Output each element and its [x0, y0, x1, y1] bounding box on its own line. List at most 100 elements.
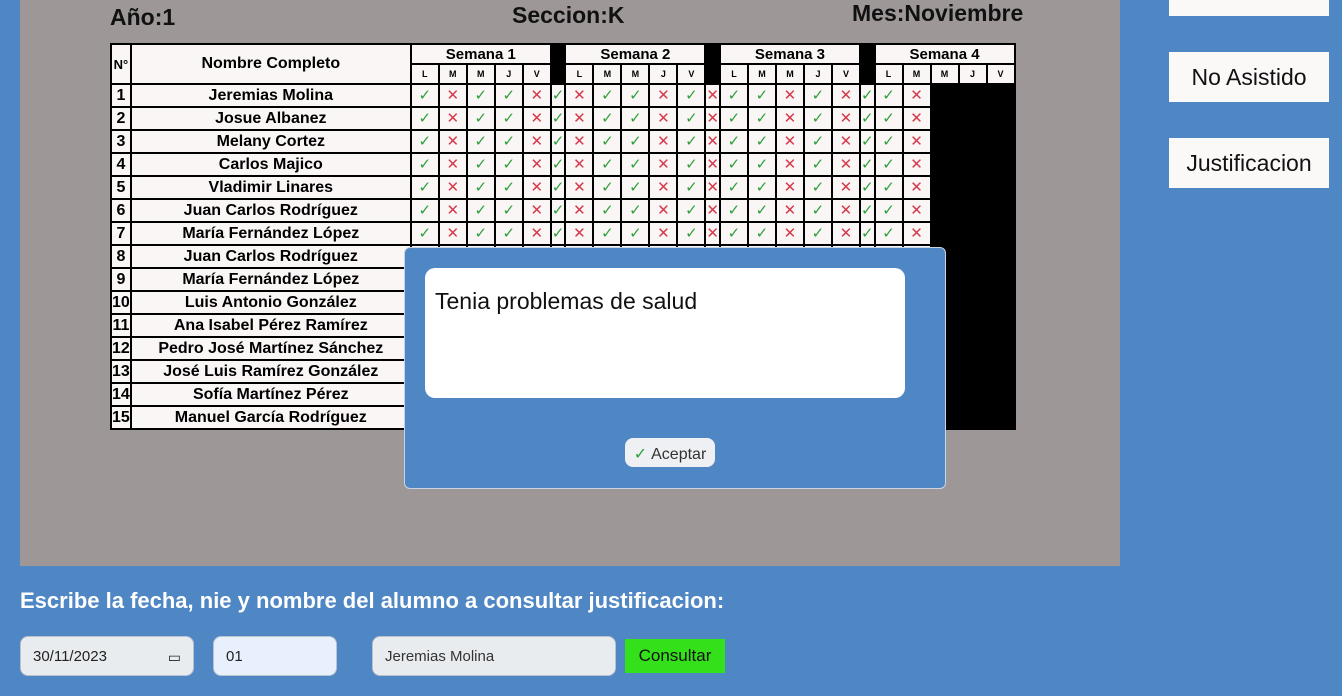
cross-icon[interactable]: ✕ — [437, 83, 468, 108]
check-icon[interactable]: ✓ — [549, 152, 567, 177]
cross-icon[interactable]: ✕ — [521, 221, 552, 246]
check-icon[interactable]: ✓ — [718, 106, 749, 131]
check-icon[interactable]: ✓ — [549, 83, 567, 108]
cross-icon[interactable]: ✕ — [830, 106, 861, 131]
cross-icon[interactable]: ✕ — [830, 152, 861, 177]
check-icon[interactable]: ✓ — [409, 106, 440, 131]
consult-button[interactable]: Consultar — [625, 639, 725, 673]
check-icon[interactable]: ✓ — [549, 221, 567, 246]
cross-icon[interactable]: ✕ — [648, 198, 679, 223]
cross-icon[interactable]: ✕ — [704, 221, 721, 246]
check-icon[interactable]: ✓ — [465, 152, 496, 177]
check-icon[interactable]: ✓ — [465, 175, 496, 200]
cross-icon[interactable]: ✕ — [521, 129, 552, 154]
check-icon[interactable]: ✓ — [718, 83, 749, 108]
cross-icon[interactable]: ✕ — [648, 83, 679, 108]
check-icon[interactable]: ✓ — [858, 175, 876, 200]
student-name-input[interactable]: Jeremias Molina — [372, 636, 616, 676]
cross-icon[interactable]: ✕ — [521, 152, 552, 177]
cross-icon[interactable]: ✕ — [901, 175, 932, 200]
check-icon[interactable]: ✓ — [592, 175, 623, 200]
cross-icon[interactable]: ✕ — [437, 175, 468, 200]
check-icon[interactable]: ✓ — [620, 175, 651, 200]
check-icon[interactable]: ✓ — [718, 129, 749, 154]
cross-icon[interactable]: ✕ — [648, 221, 679, 246]
check-icon[interactable]: ✓ — [718, 198, 749, 223]
cross-icon[interactable]: ✕ — [521, 198, 552, 223]
cross-icon[interactable]: ✕ — [901, 106, 932, 131]
check-icon[interactable]: ✓ — [493, 198, 524, 223]
check-icon[interactable]: ✓ — [620, 83, 651, 108]
check-icon[interactable]: ✓ — [718, 221, 749, 246]
check-icon[interactable]: ✓ — [493, 175, 524, 200]
check-icon[interactable]: ✓ — [620, 106, 651, 131]
check-icon[interactable]: ✓ — [873, 221, 904, 246]
check-icon[interactable]: ✓ — [676, 175, 707, 200]
check-icon[interactable]: ✓ — [592, 152, 623, 177]
cross-icon[interactable]: ✕ — [564, 106, 595, 131]
check-icon[interactable]: ✓ — [676, 129, 707, 154]
check-icon[interactable]: ✓ — [620, 152, 651, 177]
cross-icon[interactable]: ✕ — [774, 221, 805, 246]
check-icon[interactable]: ✓ — [409, 221, 440, 246]
check-icon[interactable]: ✓ — [873, 175, 904, 200]
check-icon[interactable]: ✓ — [718, 175, 749, 200]
cross-icon[interactable]: ✕ — [704, 198, 721, 223]
cross-icon[interactable]: ✕ — [704, 83, 721, 108]
cross-icon[interactable]: ✕ — [830, 129, 861, 154]
cross-icon[interactable]: ✕ — [774, 198, 805, 223]
cross-icon[interactable]: ✕ — [437, 129, 468, 154]
cross-icon[interactable]: ✕ — [648, 175, 679, 200]
check-icon[interactable]: ✓ — [676, 83, 707, 108]
check-icon[interactable]: ✓ — [493, 106, 524, 131]
check-icon[interactable]: ✓ — [858, 83, 876, 108]
cross-icon[interactable]: ✕ — [564, 83, 595, 108]
check-icon[interactable]: ✓ — [549, 198, 567, 223]
check-icon[interactable]: ✓ — [465, 83, 496, 108]
cross-icon[interactable]: ✕ — [521, 175, 552, 200]
calendar-icon[interactable]: ▭ — [168, 637, 181, 677]
cross-icon[interactable]: ✕ — [830, 221, 861, 246]
check-icon[interactable]: ✓ — [802, 198, 833, 223]
check-icon[interactable]: ✓ — [746, 175, 777, 200]
cross-icon[interactable]: ✕ — [704, 175, 721, 200]
cross-icon[interactable]: ✕ — [521, 83, 552, 108]
cross-icon[interactable]: ✕ — [437, 106, 468, 131]
check-icon[interactable]: ✓ — [746, 129, 777, 154]
check-icon[interactable]: ✓ — [802, 83, 833, 108]
justification-button[interactable]: Justificacion — [1169, 138, 1329, 188]
cross-icon[interactable]: ✕ — [564, 129, 595, 154]
check-icon[interactable]: ✓ — [592, 83, 623, 108]
cross-icon[interactable]: ✕ — [437, 221, 468, 246]
cross-icon[interactable]: ✕ — [648, 106, 679, 131]
check-icon[interactable]: ✓ — [873, 83, 904, 108]
cross-icon[interactable]: ✕ — [901, 221, 932, 246]
check-icon[interactable]: ✓ — [409, 152, 440, 177]
check-icon[interactable]: ✓ — [493, 221, 524, 246]
check-icon[interactable]: ✓ — [718, 152, 749, 177]
justification-text[interactable]: Tenia problemas de salud — [425, 268, 905, 398]
cross-icon[interactable]: ✕ — [648, 129, 679, 154]
cross-icon[interactable]: ✕ — [830, 83, 861, 108]
cross-icon[interactable]: ✕ — [830, 198, 861, 223]
check-icon[interactable]: ✓ — [465, 129, 496, 154]
cross-icon[interactable]: ✕ — [704, 152, 721, 177]
check-icon[interactable]: ✓ — [409, 198, 440, 223]
cross-icon[interactable]: ✕ — [774, 83, 805, 108]
date-input[interactable]: 30/11/2023 ▭ — [20, 636, 194, 676]
check-icon[interactable]: ✓ — [802, 106, 833, 131]
check-icon[interactable]: ✓ — [746, 198, 777, 223]
cross-icon[interactable]: ✕ — [564, 152, 595, 177]
check-icon[interactable]: ✓ — [746, 221, 777, 246]
cross-icon[interactable]: ✕ — [437, 198, 468, 223]
nie-input[interactable]: 01 — [213, 636, 337, 676]
check-icon[interactable]: ✓ — [858, 129, 876, 154]
cross-icon[interactable]: ✕ — [901, 129, 932, 154]
check-icon[interactable]: ✓ — [858, 198, 876, 223]
check-icon[interactable]: ✓ — [620, 129, 651, 154]
check-icon[interactable]: ✓ — [592, 198, 623, 223]
check-icon[interactable]: ✓ — [802, 175, 833, 200]
cross-icon[interactable]: ✕ — [901, 83, 932, 108]
check-icon[interactable]: ✓ — [409, 175, 440, 200]
cross-icon[interactable]: ✕ — [648, 152, 679, 177]
